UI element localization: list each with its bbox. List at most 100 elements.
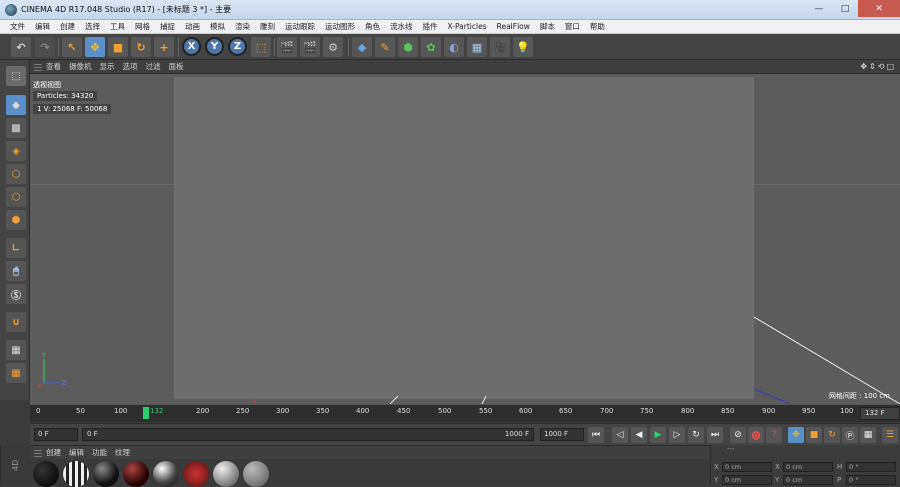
rotation-key-icon[interactable]: ↻ <box>824 427 840 443</box>
edges-mode-icon[interactable]: ⬡ <box>6 187 26 207</box>
menu-mesh[interactable]: 网格 <box>135 21 150 32</box>
material-swatch[interactable] <box>123 461 149 487</box>
menu-edit[interactable]: 编辑 <box>35 21 50 32</box>
material-menu-function[interactable]: 功能 <box>92 447 107 458</box>
menu-pipeline[interactable]: 流水线 <box>390 21 413 32</box>
playhead-marker[interactable] <box>143 407 149 419</box>
viewport-menu-options[interactable]: 选项 <box>123 61 138 72</box>
points-mode-icon[interactable]: ⬡ <box>6 164 26 184</box>
menu-simulate[interactable]: 模拟 <box>210 21 225 32</box>
menu-help[interactable]: 帮助 <box>590 21 605 32</box>
side-tab-label[interactable]: 4D <box>0 445 30 485</box>
point-level-animation-icon[interactable]: ▦ <box>860 427 876 443</box>
material-swatch[interactable] <box>213 461 239 487</box>
viewport-nav-icons[interactable]: ✥⇕⟲□ <box>860 62 896 71</box>
snap-icon[interactable]: Ⓢ <box>6 284 26 304</box>
magnet-icon[interactable]: ∪ <box>6 312 26 332</box>
render-settings-icon[interactable]: ⚙ <box>323 37 343 57</box>
menu-x-particles[interactable]: X-Particles <box>448 22 487 31</box>
parameter-key-icon[interactable]: Ⓟ <box>842 427 858 443</box>
tweak-mode-icon[interactable]: 🖱 <box>6 261 26 281</box>
perspective-viewport[interactable]: 透视视图 Particles: 34320 1 V: 25068 F: 5006… <box>30 74 900 404</box>
menu-select[interactable]: 选择 <box>85 21 100 32</box>
position-x-field[interactable]: 0 cm <box>722 462 772 472</box>
menu-character[interactable]: 角色 <box>365 21 380 32</box>
record-keys-icon[interactable]: ⊘ <box>730 427 746 443</box>
x-axis-lock-icon[interactable]: X <box>182 37 201 56</box>
menu-tools[interactable]: 工具 <box>110 21 125 32</box>
camera-icon[interactable]: 🎥 <box>490 37 510 57</box>
workplane-lock-icon[interactable]: ▦ <box>6 340 26 360</box>
close-button[interactable]: ✕ <box>858 0 900 17</box>
texture-mode-icon[interactable]: ▩ <box>6 118 26 138</box>
minimize-button[interactable]: — <box>806 0 832 17</box>
current-frame-field[interactable]: 132 F <box>860 407 900 420</box>
go-to-end-icon[interactable]: ⏭ <box>707 427 723 443</box>
previous-key-icon[interactable]: ◁ <box>612 427 628 443</box>
menu-file[interactable]: 文件 <box>10 21 25 32</box>
material-swatch[interactable] <box>63 461 89 487</box>
axis-mode-icon[interactable]: ∟ <box>6 238 26 258</box>
menu-plugins[interactable]: 插件 <box>423 21 438 32</box>
pen-spline-icon[interactable]: ✎ <box>375 37 395 57</box>
size-x-field[interactable]: 0 cm <box>783 462 833 472</box>
polygons-mode-icon[interactable]: ⬢ <box>6 210 26 230</box>
maximize-button[interactable]: □ <box>832 0 858 17</box>
viewport-menu-panel[interactable]: 面板 <box>169 61 184 72</box>
keyframe-selection-icon[interactable]: ? <box>766 427 782 443</box>
floor-icon[interactable]: ▦ <box>467 37 487 57</box>
timeline-window-icon[interactable]: ☰ <box>882 427 898 443</box>
panel-grip-icon[interactable] <box>34 448 42 457</box>
viewport-menu-view[interactable]: 查看 <box>46 61 61 72</box>
material-menu-edit[interactable]: 编辑 <box>69 447 84 458</box>
next-frame-icon[interactable]: ▷ <box>669 427 685 443</box>
panel-grip-icon[interactable] <box>34 62 42 71</box>
viewport-menu-filter[interactable]: 过滤 <box>146 61 161 72</box>
go-to-start-icon[interactable]: ⏮ <box>588 427 604 443</box>
viewport-menu-display[interactable]: 显示 <box>100 61 115 72</box>
add-icon[interactable]: + <box>154 37 174 57</box>
size-y-field[interactable]: 0 cm <box>783 475 833 485</box>
material-swatch[interactable] <box>93 461 119 487</box>
undo-icon[interactable]: ↶ <box>11 37 31 57</box>
light-icon[interactable]: 💡 <box>513 37 533 57</box>
rotation-h-field[interactable]: 0 ° <box>846 462 896 472</box>
menu-script[interactable]: 脚本 <box>540 21 555 32</box>
menu-animate[interactable]: 动画 <box>185 21 200 32</box>
y-axis-lock-icon[interactable]: Y <box>205 37 224 56</box>
end-frame-field[interactable]: 1000 F <box>540 428 584 441</box>
material-swatch[interactable] <box>183 461 209 487</box>
workplane-icon[interactable]: ◈ <box>6 141 26 161</box>
autokey-icon[interactable]: ⓿ <box>748 427 764 443</box>
model-mode-icon[interactable]: ◆ <box>6 95 26 115</box>
position-key-icon[interactable]: ✥ <box>788 427 804 443</box>
redo-icon[interactable]: ↷ <box>35 37 55 57</box>
material-menu-create[interactable]: 创建 <box>46 447 61 458</box>
array-icon[interactable]: ✿ <box>421 37 441 57</box>
rotation-p-field[interactable]: 0 ° <box>846 475 896 485</box>
material-swatch[interactable] <box>33 461 59 487</box>
material-swatch[interactable] <box>153 461 179 487</box>
material-swatch[interactable] <box>243 461 269 487</box>
make-editable-icon[interactable]: ⬚ <box>6 66 26 86</box>
start-frame-field[interactable]: 0 F <box>34 428 78 441</box>
scale-key-icon[interactable]: ■ <box>806 427 822 443</box>
coordinate-system-icon[interactable]: ⬚ <box>251 37 271 57</box>
cube-icon[interactable]: ◆ <box>352 37 372 57</box>
subdivision-icon[interactable]: ⬢ <box>398 37 418 57</box>
scale-icon[interactable]: ■ <box>108 37 128 57</box>
menu-create[interactable]: 创建 <box>60 21 75 32</box>
menu-sculpt[interactable]: 雕刻 <box>260 21 275 32</box>
menu-window[interactable]: 窗口 <box>565 21 580 32</box>
rotate-icon[interactable]: ↻ <box>131 37 151 57</box>
render-view-icon[interactable]: 🎬 <box>277 37 297 57</box>
previous-frame-icon[interactable]: ◀ <box>631 427 647 443</box>
render-picture-viewer-icon[interactable]: 🎬 <box>300 37 320 57</box>
viewport-menu-cameras[interactable]: 摄像机 <box>69 61 92 72</box>
next-key-icon[interactable]: ↻ <box>688 427 704 443</box>
menu-mograph[interactable]: 运动图形 <box>325 21 355 32</box>
preview-range-slider[interactable]: 0 F 1000 F <box>82 428 534 441</box>
timeline-ruler[interactable]: 0 50 100 132 200 250 300 350 400 450 500… <box>30 404 900 422</box>
live-selection-icon[interactable]: ↖ <box>62 37 82 57</box>
z-axis-lock-icon[interactable]: Z <box>228 37 247 56</box>
